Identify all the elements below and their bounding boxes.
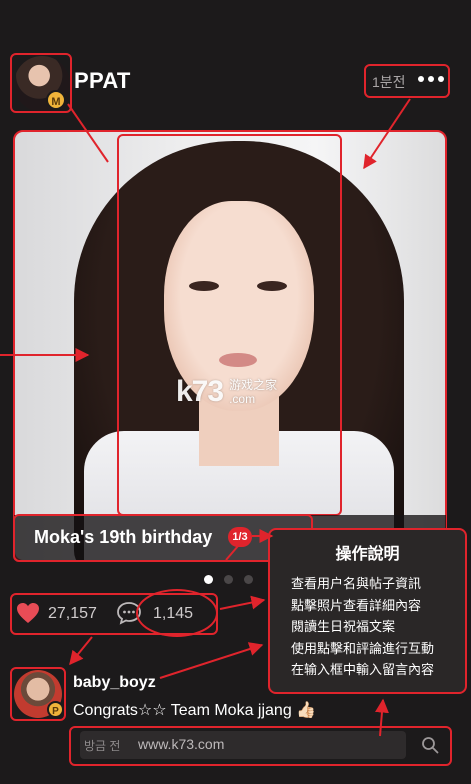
annotation-arrows [0,98,411,737]
arrow-time [363,98,411,170]
arrow-comment-to-help [159,642,264,679]
arrow-input-to-help [374,698,389,737]
arrow-stats-to-help [219,595,266,610]
arrow-caption [225,545,239,561]
arrow-to-commenter [69,636,93,666]
arrow-avatar-to-photo [67,103,109,163]
